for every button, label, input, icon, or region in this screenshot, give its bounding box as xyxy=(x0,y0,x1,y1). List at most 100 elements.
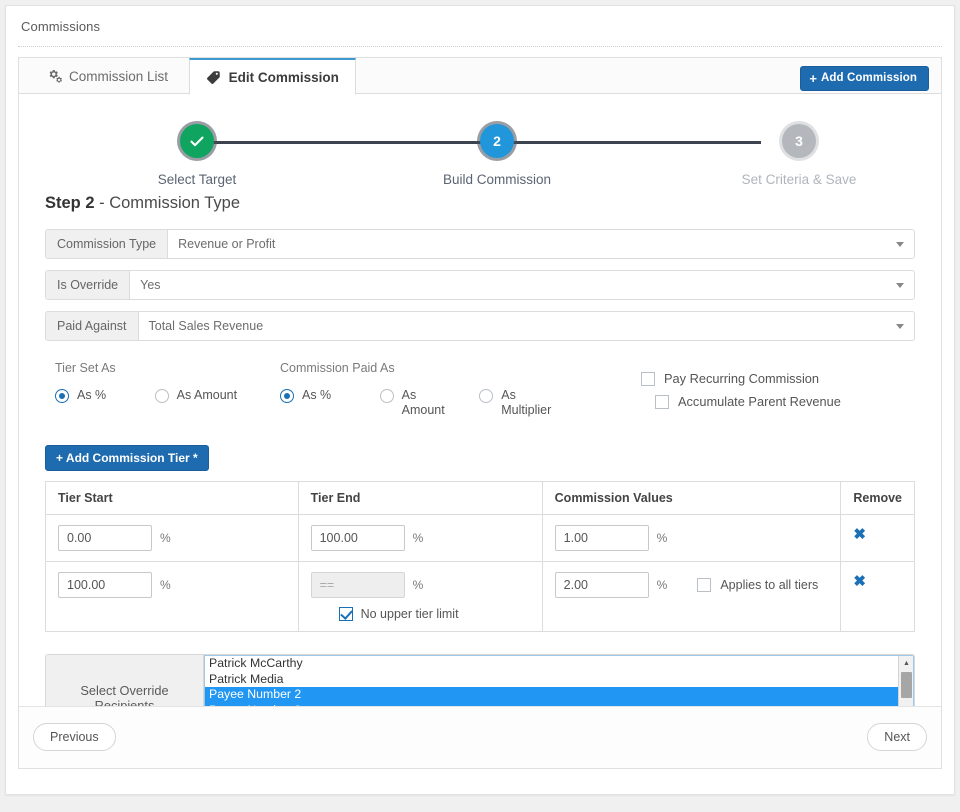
radio-paid-as-percent[interactable]: As % xyxy=(280,388,376,403)
checkbox-pay-recurring-commission-label: Pay Recurring Commission xyxy=(664,371,820,386)
radio-paid-as-amount[interactable]: As Amount xyxy=(379,388,476,418)
tab-bar: Commission List Edit Commission + Add Co… xyxy=(19,58,941,95)
remove-tier-icon[interactable]: ✖ xyxy=(853,525,866,542)
stepper-step-2[interactable]: 2 Build Commission xyxy=(397,116,597,187)
radio-tier-set-as-percent[interactable]: As % xyxy=(55,388,151,403)
radio-tier-set-as-amount-input[interactable] xyxy=(154,389,169,403)
tab-edit-commission-label: Edit Commission xyxy=(228,69,339,85)
checkbox-accumulate-parent-revenue[interactable]: Accumulate Parent Revenue xyxy=(655,394,841,409)
checkbox-pay-recurring-commission[interactable]: Pay Recurring Commission xyxy=(641,371,841,386)
checkbox-accumulate-parent-revenue-label: Accumulate Parent Revenue xyxy=(678,394,841,409)
commission-value-input-2[interactable] xyxy=(554,572,649,598)
page-title-rest: - Commission Type xyxy=(94,194,241,212)
tier-set-as-group: Tier Set As As % As Amount xyxy=(55,361,275,403)
checkbox-no-upper-tier-limit[interactable]: No upper tier limit xyxy=(338,607,530,621)
stepper-step-1[interactable]: Select Target xyxy=(97,116,297,187)
chevron-down-icon xyxy=(896,242,904,247)
tier-set-as-title: Tier Set As xyxy=(55,361,116,375)
radio-tier-set-as-amount[interactable]: As Amount xyxy=(154,388,275,403)
radio-paid-as-multiplier-label: As Multiplier xyxy=(501,388,552,417)
commission-flags-group: Pay Recurring Commission Accumulate Pare… xyxy=(641,371,841,417)
table-row: % % % xyxy=(45,514,915,562)
cell-tier-start-2: % xyxy=(45,561,299,632)
previous-button[interactable]: Previous xyxy=(33,723,116,751)
column-tier-end: Tier End xyxy=(298,481,543,515)
checkbox-applies-to-all-tiers-box[interactable] xyxy=(697,578,712,592)
radio-paid-as-multiplier-input[interactable] xyxy=(479,389,494,403)
radio-paid-as-percent-input[interactable] xyxy=(280,389,294,403)
scroll-up-icon[interactable]: ▲ xyxy=(899,656,913,670)
radio-tier-set-as-amount-label: As Amount xyxy=(176,388,238,402)
chevron-down-icon xyxy=(896,283,904,288)
field-commission-type-value: Revenue or Profit xyxy=(178,237,276,251)
field-paid-against[interactable]: Paid Against Total Sales Revenue xyxy=(45,311,915,341)
field-paid-against-select[interactable]: Total Sales Revenue xyxy=(139,312,915,340)
step-3-bubble: 3 xyxy=(782,124,816,158)
tab-commission-list-label: Commission List xyxy=(69,69,169,84)
step-2-bubble: 2 xyxy=(480,124,514,158)
step-1-label: Select Target xyxy=(157,172,237,187)
commission-value-input-1[interactable] xyxy=(554,525,649,551)
tab-edit-commission[interactable]: Edit Commission xyxy=(188,58,356,95)
check-icon xyxy=(190,136,204,146)
field-commission-type[interactable]: Commission Type Revenue or Profit xyxy=(45,229,915,259)
field-paid-against-label: Paid Against xyxy=(46,312,139,340)
step-2-label: Build Commission xyxy=(442,172,552,187)
cell-tier-end-1: % xyxy=(298,514,543,562)
cell-tier-start-1: % xyxy=(45,514,299,562)
radio-paid-as-percent-label: As % xyxy=(302,388,332,402)
column-remove: Remove xyxy=(840,481,915,515)
plus-icon: + xyxy=(809,71,818,86)
remove-tier-icon[interactable]: ✖ xyxy=(853,572,866,589)
add-commission-tier-button[interactable]: + Add Commission Tier * xyxy=(45,445,209,471)
page-title-strong: Step 2 xyxy=(45,194,95,212)
field-commission-type-label: Commission Type xyxy=(46,230,169,258)
checkbox-no-upper-tier-limit-label: No upper tier limit xyxy=(360,607,459,621)
column-tier-start: Tier Start xyxy=(45,481,299,515)
field-is-override-select[interactable]: Yes xyxy=(130,271,914,299)
radio-paid-as-multiplier[interactable]: As Multiplier xyxy=(479,388,575,418)
page-frame: Commissions Commission List Edit Commiss… xyxy=(5,5,955,795)
commission-type-fields: Commission Type Revenue or Profit Is Ove… xyxy=(19,229,941,341)
commission-tier-table: Tier Start Tier End Commission Values Re… xyxy=(45,481,915,632)
breadcrumb: Commissions xyxy=(6,6,954,46)
percent-label: % xyxy=(412,578,424,592)
radio-tier-set-as-percent-input[interactable] xyxy=(55,389,69,403)
tier-end-input-2 xyxy=(310,572,405,598)
table-header-row: Tier Start Tier End Commission Values Re… xyxy=(45,481,915,515)
tier-start-input-2[interactable] xyxy=(58,572,152,598)
field-paid-against-value: Total Sales Revenue xyxy=(148,319,264,333)
cell-tier-end-2: % No upper tier limit xyxy=(298,561,543,632)
tier-end-input-1[interactable] xyxy=(310,525,405,551)
table-row: % % No upper tier limit xyxy=(45,561,915,632)
next-button[interactable]: Next xyxy=(867,723,927,751)
radio-tier-set-as-percent-label: As % xyxy=(77,388,107,402)
field-is-override[interactable]: Is Override Yes xyxy=(45,270,915,300)
cell-commission-value-1: % xyxy=(542,514,842,562)
tier-start-input-1[interactable] xyxy=(58,525,152,551)
scrollbar-thumb[interactable] xyxy=(901,672,912,698)
list-item[interactable]: Patrick McCarthy xyxy=(205,656,913,672)
checkbox-applies-to-all-tiers-label: Applies to all tiers xyxy=(720,578,819,592)
cell-remove-2: ✖ xyxy=(841,562,915,632)
add-commission-label: Add Commission xyxy=(821,71,917,84)
step-1-bubble xyxy=(180,124,214,158)
list-item[interactable]: Patrick Media xyxy=(205,672,913,688)
commission-paid-as-group: Commission Paid As As % As Amount As Mul… xyxy=(280,361,575,418)
chevron-down-icon xyxy=(896,324,904,329)
checkbox-no-upper-tier-limit-box[interactable] xyxy=(338,607,353,621)
checkbox-pay-recurring-commission-box[interactable] xyxy=(641,371,655,386)
tag-icon xyxy=(206,69,222,85)
wizard-stepper: Select Target 2 Build Commission 3 Set C… xyxy=(19,116,941,188)
tab-commission-list[interactable]: Commission List xyxy=(29,58,185,94)
list-item[interactable]: Payee Number 2 xyxy=(205,687,913,703)
wizard-footer: Previous Next xyxy=(19,706,941,768)
gears-icon xyxy=(46,69,62,85)
radio-paid-as-amount-input[interactable] xyxy=(379,389,394,403)
field-commission-type-select[interactable]: Revenue or Profit xyxy=(168,230,914,258)
stepper-step-3[interactable]: 3 Set Criteria & Save xyxy=(699,116,899,187)
edit-commission-panel: Commission List Edit Commission + Add Co… xyxy=(18,57,942,769)
checkbox-accumulate-parent-revenue-box[interactable] xyxy=(655,394,669,409)
percent-label: % xyxy=(656,531,668,545)
add-commission-button[interactable]: + Add Commission xyxy=(800,66,929,91)
